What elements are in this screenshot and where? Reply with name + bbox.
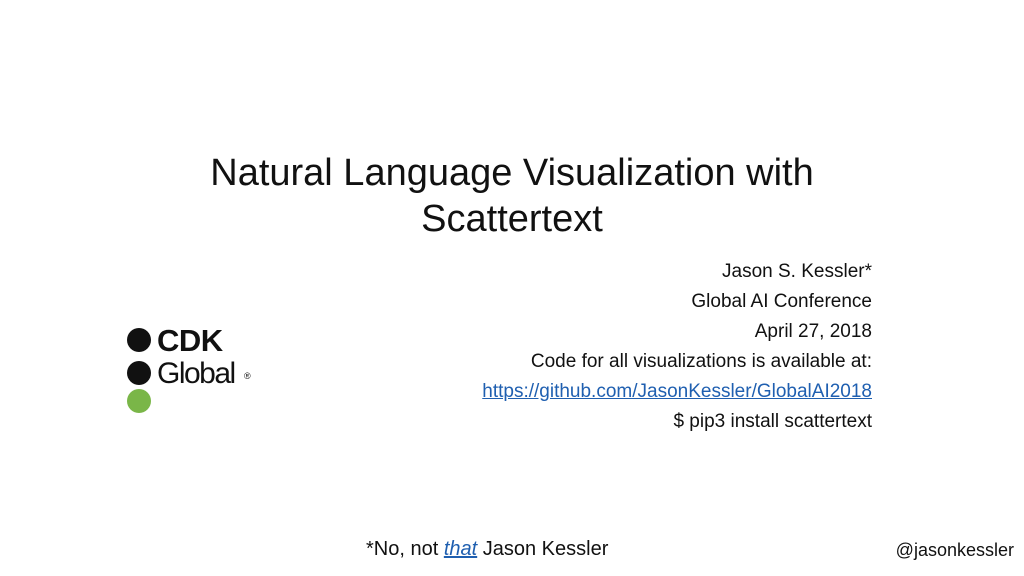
footnote-prefix: *No, not <box>366 538 444 560</box>
install-command: $ pip3 install scattertext <box>673 411 872 432</box>
logo-dot-black-middle <box>127 361 151 385</box>
logo-registered-mark: ® <box>244 371 251 381</box>
presentation-date: April 27, 2018 <box>754 321 872 342</box>
repo-link[interactable]: https://github.com/JasonKessler/GlobalAI… <box>482 381 872 402</box>
logo-text-cdk: CDK <box>157 323 223 358</box>
logo-dot-green-bottom <box>127 389 151 413</box>
conference-name: Global AI Conference <box>691 291 872 312</box>
slide-title-line1: Natural Language Visualization with <box>210 152 814 194</box>
logo-dot-black-top <box>127 328 151 352</box>
presenter-info: Jason S. Kessler* Global AI Conference A… <box>482 257 872 437</box>
footnote-emphasis: that <box>443 538 478 560</box>
footnote: *No, not that Jason Kessler <box>366 538 608 561</box>
slide-title-line2: Scattertext <box>421 198 603 240</box>
logo-text-global: Global <box>157 357 236 390</box>
author-name: Jason S. Kessler* <box>722 261 872 282</box>
slide-title: Natural Language Visualization with Scat… <box>0 150 1024 242</box>
footnote-suffix: Jason Kessler <box>477 538 609 560</box>
code-availability-note: Code for all visualizations is available… <box>530 351 872 372</box>
cdk-global-logo: CDK Global ® <box>126 325 266 415</box>
twitter-handle: @jasonkessler <box>895 540 1014 560</box>
